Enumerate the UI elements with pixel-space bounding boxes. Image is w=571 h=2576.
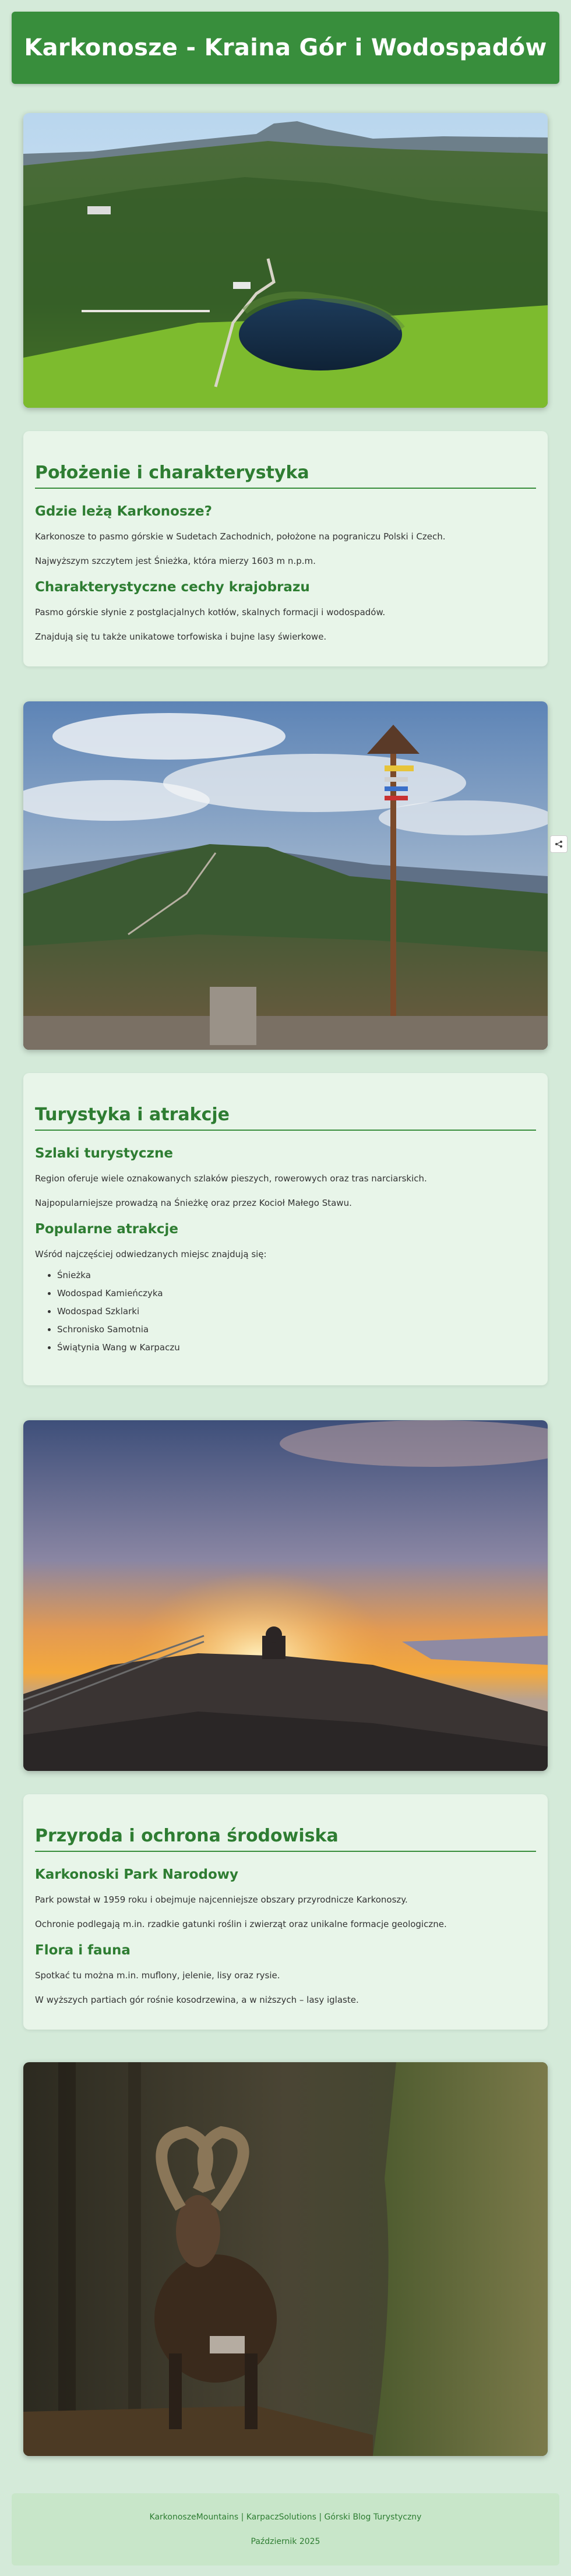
list-item: Wodospad Szklarki — [57, 1305, 536, 1317]
attractions-list: Śnieżka Wodospad Kamieńczyka Wodospad Sz… — [57, 1269, 536, 1353]
list-item: Wodospad Kamieńczyka — [57, 1287, 536, 1299]
mouflon-image — [23, 2062, 548, 2456]
footer-credits: KarkonoszeMountains | KarpaczSolutions |… — [149, 2513, 422, 2522]
share-button[interactable] — [550, 835, 568, 853]
subsection-title: Szlaki turystyczne — [35, 1146, 173, 1161]
sunset-summit-image — [23, 1420, 548, 1771]
section-location: Położenie i charakterystyka Gdzie leżą K… — [23, 431, 548, 666]
section-title: Położenie i charakterystyka — [35, 463, 536, 489]
list-item: Śnieżka — [57, 1269, 536, 1281]
paragraph: Park powstał w 1959 roku i obejmuje najc… — [35, 1894, 408, 1905]
section-tourism: Turystyka i atrakcje Szlaki turystyczne … — [23, 1073, 548, 1385]
page-title: Karkonosze - Kraina Gór i Wodospadów — [24, 34, 547, 61]
paragraph: Znajdują się tu także unikatowe torfowis… — [35, 631, 327, 642]
paragraph: Region oferuje wiele oznakowanych szlakó… — [35, 1173, 427, 1184]
paragraph: Ochronie podlegają m.in. rzadkie gatunki… — [35, 1919, 447, 1929]
subsection-title: Karkonoski Park Narodowy — [35, 1867, 239, 1882]
subsection-title: Charakterystyczne cechy krajobrazu — [35, 580, 310, 595]
subsection-title: Gdzie leżą Karkonosze? — [35, 504, 212, 519]
trail-signpost-image — [23, 701, 548, 1050]
paragraph: Karkonosze to pasmo górskie w Sudetach Z… — [35, 531, 446, 542]
mountain-lake-image — [23, 113, 548, 408]
subsection-title: Popularne atrakcje — [35, 1222, 179, 1237]
paragraph: Najwyższym szczytem jest Śnieżka, która … — [35, 556, 316, 566]
share-icon — [555, 841, 562, 848]
paragraph: W wyższych partiach gór rośnie kosodrzew… — [35, 1995, 359, 2005]
paragraph: Wśród najczęściej odwiedzanych miejsc zn… — [35, 1249, 267, 1259]
list-item: Schronisko Samotnia — [57, 1324, 536, 1335]
paragraph: Spotkać tu można m.in. muflony, jelenie,… — [35, 1970, 280, 1981]
section-nature: Przyroda i ochrona środowiska Karkonoski… — [23, 1794, 548, 2030]
list-item: Świątynia Wang w Karpaczu — [57, 1342, 536, 1353]
footer-date: Październik 2025 — [251, 2537, 320, 2546]
page-header: Karkonosze - Kraina Gór i Wodospadów — [12, 12, 559, 84]
paragraph: Pasmo górskie słynie z postglacjalnych k… — [35, 607, 386, 617]
section-title: Turystyka i atrakcje — [35, 1104, 536, 1131]
paragraph: Najpopularniejsze prowadzą na Śnieżkę or… — [35, 1198, 352, 1208]
page-footer: KarkonoszeMountains | KarpaczSolutions |… — [12, 2493, 559, 2566]
section-title: Przyroda i ochrona środowiska — [35, 1826, 536, 1852]
subsection-title: Flora i fauna — [35, 1943, 131, 1958]
